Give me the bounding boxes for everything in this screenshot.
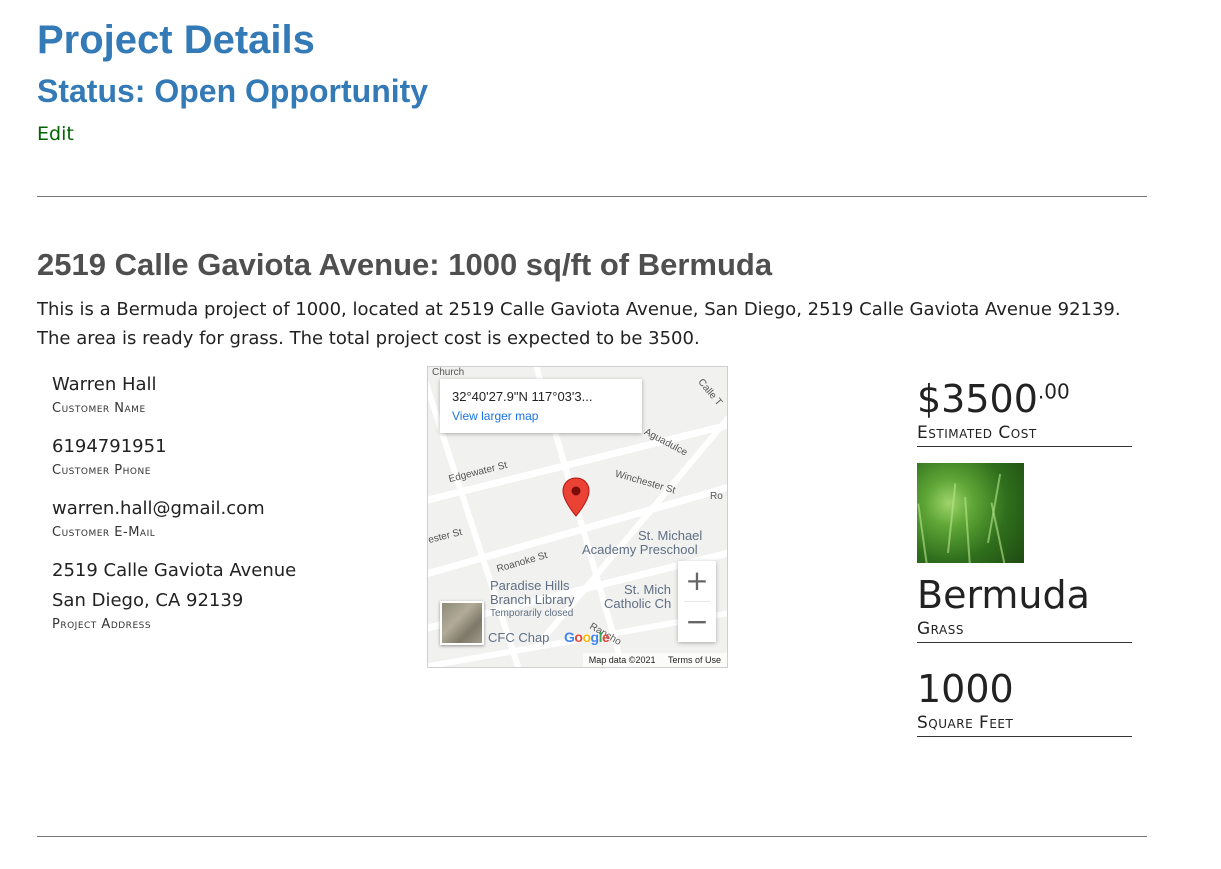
map-data-attribution: Map data ©2021 xyxy=(588,655,656,665)
map-info-card: 32°40'27.9"N 117°03'3... View larger map xyxy=(440,379,642,433)
map-poi-st-mich: St. Mich xyxy=(624,582,671,597)
project-description: This is a Bermuda project of 1000, locat… xyxy=(37,299,1121,349)
terms-of-use-link[interactable]: Terms of Use xyxy=(668,655,721,665)
map-poi-st-michael: St. Michael xyxy=(638,528,703,543)
map-label-ester: ester St xyxy=(427,526,464,547)
map-poi-catholic: Catholic Ch xyxy=(604,596,672,611)
customer-phone: 6194791951 xyxy=(52,436,167,457)
customer-info: Warren Hall Customer Name 6194791951 Cus… xyxy=(52,370,382,648)
satellite-toggle-thumbnail[interactable] xyxy=(440,601,484,645)
map-label-church: Church xyxy=(432,367,465,378)
square-feet-value: 1000 xyxy=(917,667,1014,711)
map-poi-academy: Academy Preschool xyxy=(582,542,698,557)
address-line-1: 2519 Calle Gaviota Avenue xyxy=(52,560,297,581)
map-poi-branch-library: Branch Library xyxy=(490,592,575,607)
view-larger-map-link[interactable]: View larger map xyxy=(452,409,538,423)
map-zoom-control: + − xyxy=(678,561,716,642)
map-coordinates: 32°40'27.9"N 117°03'3... xyxy=(452,389,593,404)
project-heading: 2519 Calle Gaviota Avenue: 1000 sq/ft of… xyxy=(37,247,773,282)
map-label-ro: Ro xyxy=(710,491,723,502)
divider-top xyxy=(37,196,1147,197)
project-stats: $3500.00 Estimated Cost Bermuda Grass 10… xyxy=(917,376,1132,737)
map-poi-temporarily-closed: Temporarily closed xyxy=(490,608,574,619)
zoom-in-button[interactable]: + xyxy=(678,561,716,601)
estimated-cost-value: $3500.00 xyxy=(917,376,1132,422)
address-line-2: San Diego, CA 92139 xyxy=(52,590,244,611)
zoom-out-button[interactable]: − xyxy=(678,602,716,642)
map-pin-icon[interactable] xyxy=(562,477,590,517)
project-address-label: Project Address xyxy=(52,617,152,632)
grass-label: Grass xyxy=(917,618,1132,643)
cost-dollars: $3500 xyxy=(917,377,1038,421)
map-poi-cfc-chap: CFC Chap xyxy=(488,630,550,645)
map-attribution: Map data ©2021 Terms of Use xyxy=(582,653,727,667)
grass-type-value: Bermuda xyxy=(917,573,1090,617)
cost-cents: .00 xyxy=(1037,379,1070,404)
map-poi-paradise-hills: Paradise Hills xyxy=(490,578,570,593)
edit-link[interactable]: Edit xyxy=(37,122,74,146)
square-feet-label: Square Feet xyxy=(917,712,1132,737)
customer-name: Warren Hall xyxy=(52,374,157,395)
estimated-cost-label: Estimated Cost xyxy=(917,422,1132,447)
project-status: Status: Open Opportunity xyxy=(37,73,429,109)
grass-photo xyxy=(917,463,1024,563)
map-label-calle: Calle T xyxy=(695,376,725,409)
customer-email: warren.hall@gmail.com xyxy=(52,498,265,519)
customer-name-label: Customer Name xyxy=(52,401,146,416)
page-title: Project Details xyxy=(37,18,315,62)
map-label-winchester: Winchester St xyxy=(613,468,677,497)
google-logo: Google xyxy=(564,629,610,645)
customer-phone-label: Customer Phone xyxy=(52,463,151,478)
divider-bottom xyxy=(37,836,1147,837)
customer-email-label: Customer E-Mail xyxy=(52,525,156,540)
map-embed[interactable]: Church Edgewater St Winchester St Aguadu… xyxy=(427,366,728,668)
